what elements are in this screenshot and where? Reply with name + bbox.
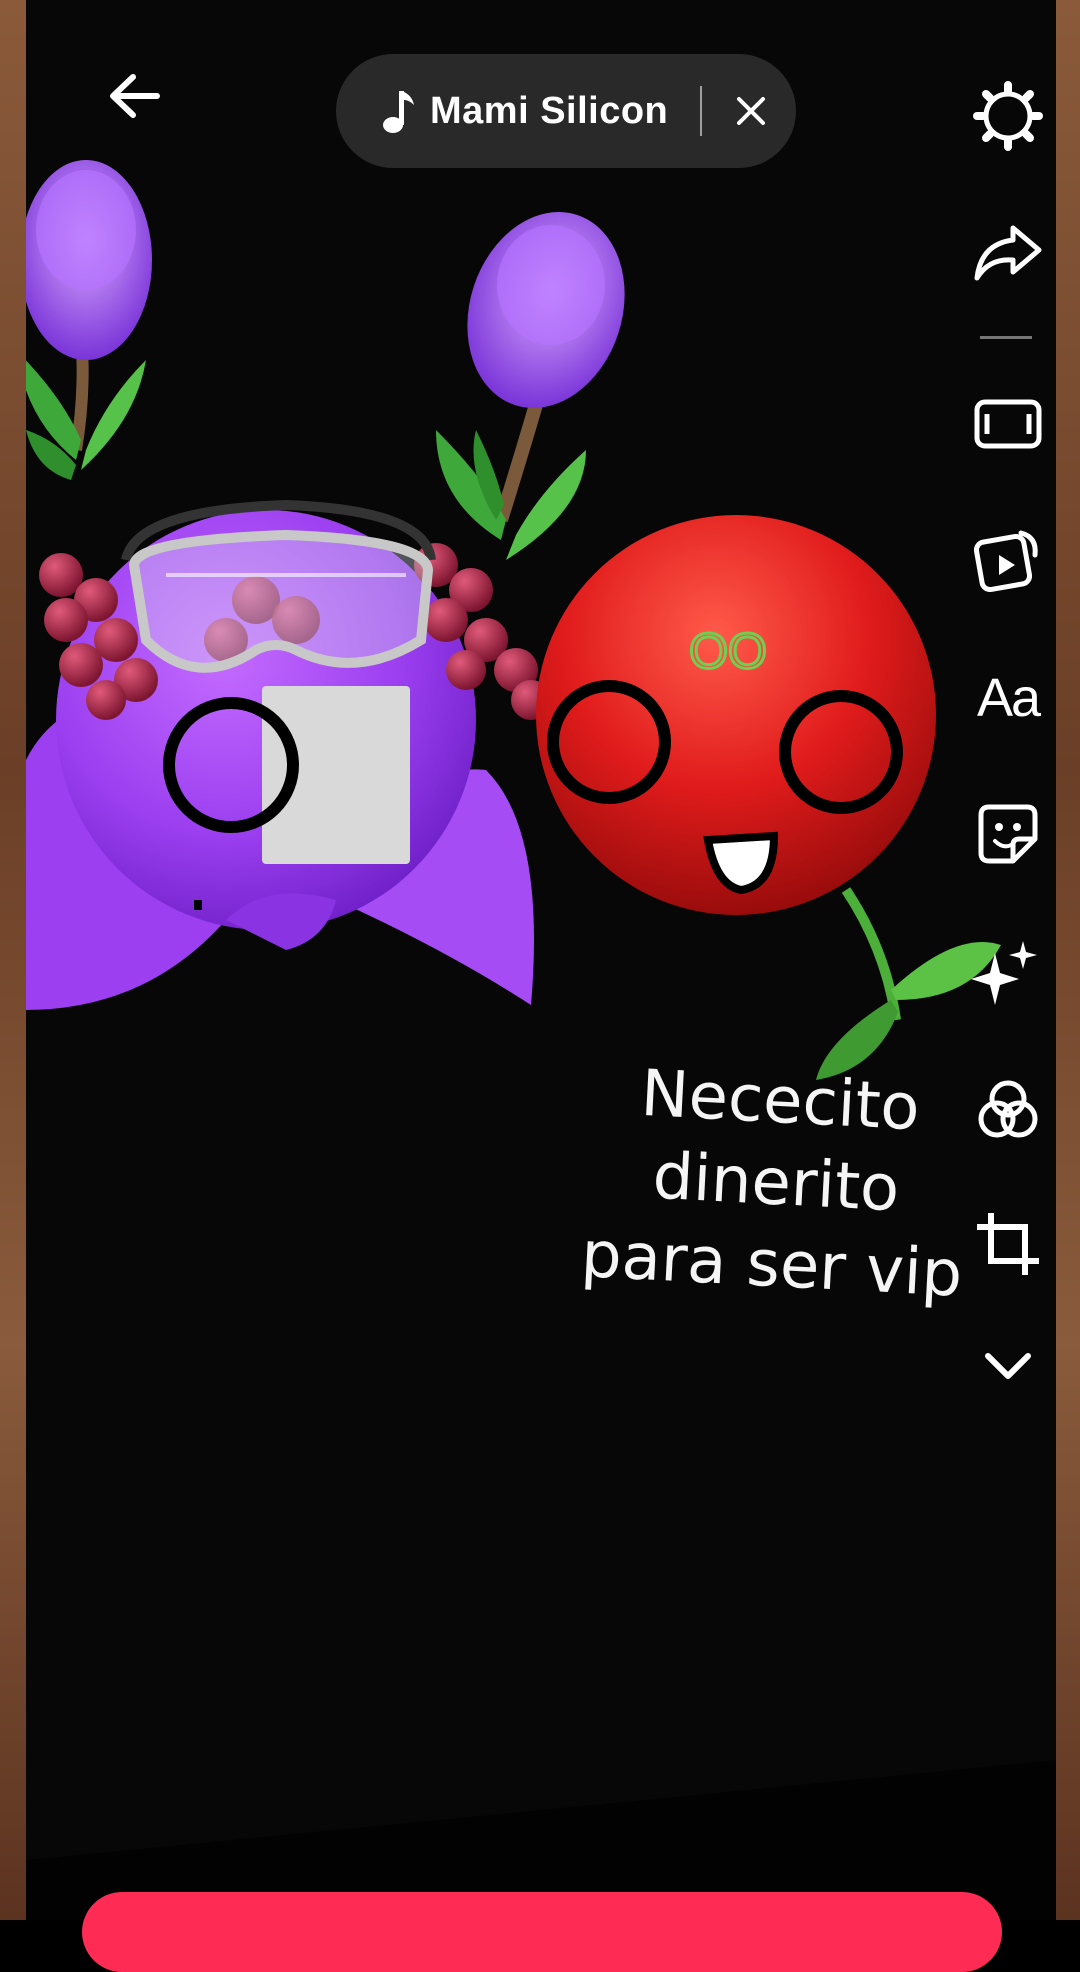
stickers-button[interactable]: [966, 792, 1050, 876]
sound-selector[interactable]: Mami Silicon: [336, 54, 796, 168]
toolbar-divider: [980, 336, 1032, 339]
back-arrow-icon: [110, 74, 160, 118]
screen-icon: [974, 399, 1042, 449]
text-button[interactable]: Aa: [966, 656, 1050, 740]
music-note-icon: [383, 91, 414, 133]
more-tools-button[interactable]: [966, 1324, 1050, 1408]
remove-sound-button[interactable]: [724, 84, 778, 138]
effects-icon: [971, 941, 1037, 1005]
next-button[interactable]: [82, 1892, 1002, 1972]
back-button[interactable]: [102, 64, 166, 128]
share-arrow-icon: [974, 225, 1042, 281]
settings-icon: [973, 81, 1043, 151]
sound-title: Mami Silicon: [430, 89, 669, 132]
share-button[interactable]: [966, 210, 1050, 294]
chevron-down-icon: [985, 1353, 1031, 1379]
left-background-edge: [0, 0, 26, 1920]
close-icon: [737, 97, 765, 125]
effects-button[interactable]: [966, 930, 1050, 1014]
sound-divider: [700, 86, 702, 136]
red-face-eyes-label: OO: [689, 623, 767, 679]
template-icon: [973, 530, 1038, 593]
settings-button[interactable]: [966, 74, 1050, 158]
text-icon: Aa: [976, 668, 1041, 728]
right-background-edge: [1056, 0, 1080, 1920]
sticker-scene: OO: [26, 0, 1056, 1860]
caption-text[interactable]: Nececito dinerito para ser vip: [540, 1048, 1012, 1318]
screen-format-button[interactable]: [966, 382, 1050, 466]
templates-button[interactable]: [966, 518, 1050, 602]
video-canvas[interactable]: OO Mami Silicon Aa Nececito dinerito par…: [26, 0, 1056, 1920]
sticker-icon: [978, 804, 1038, 864]
